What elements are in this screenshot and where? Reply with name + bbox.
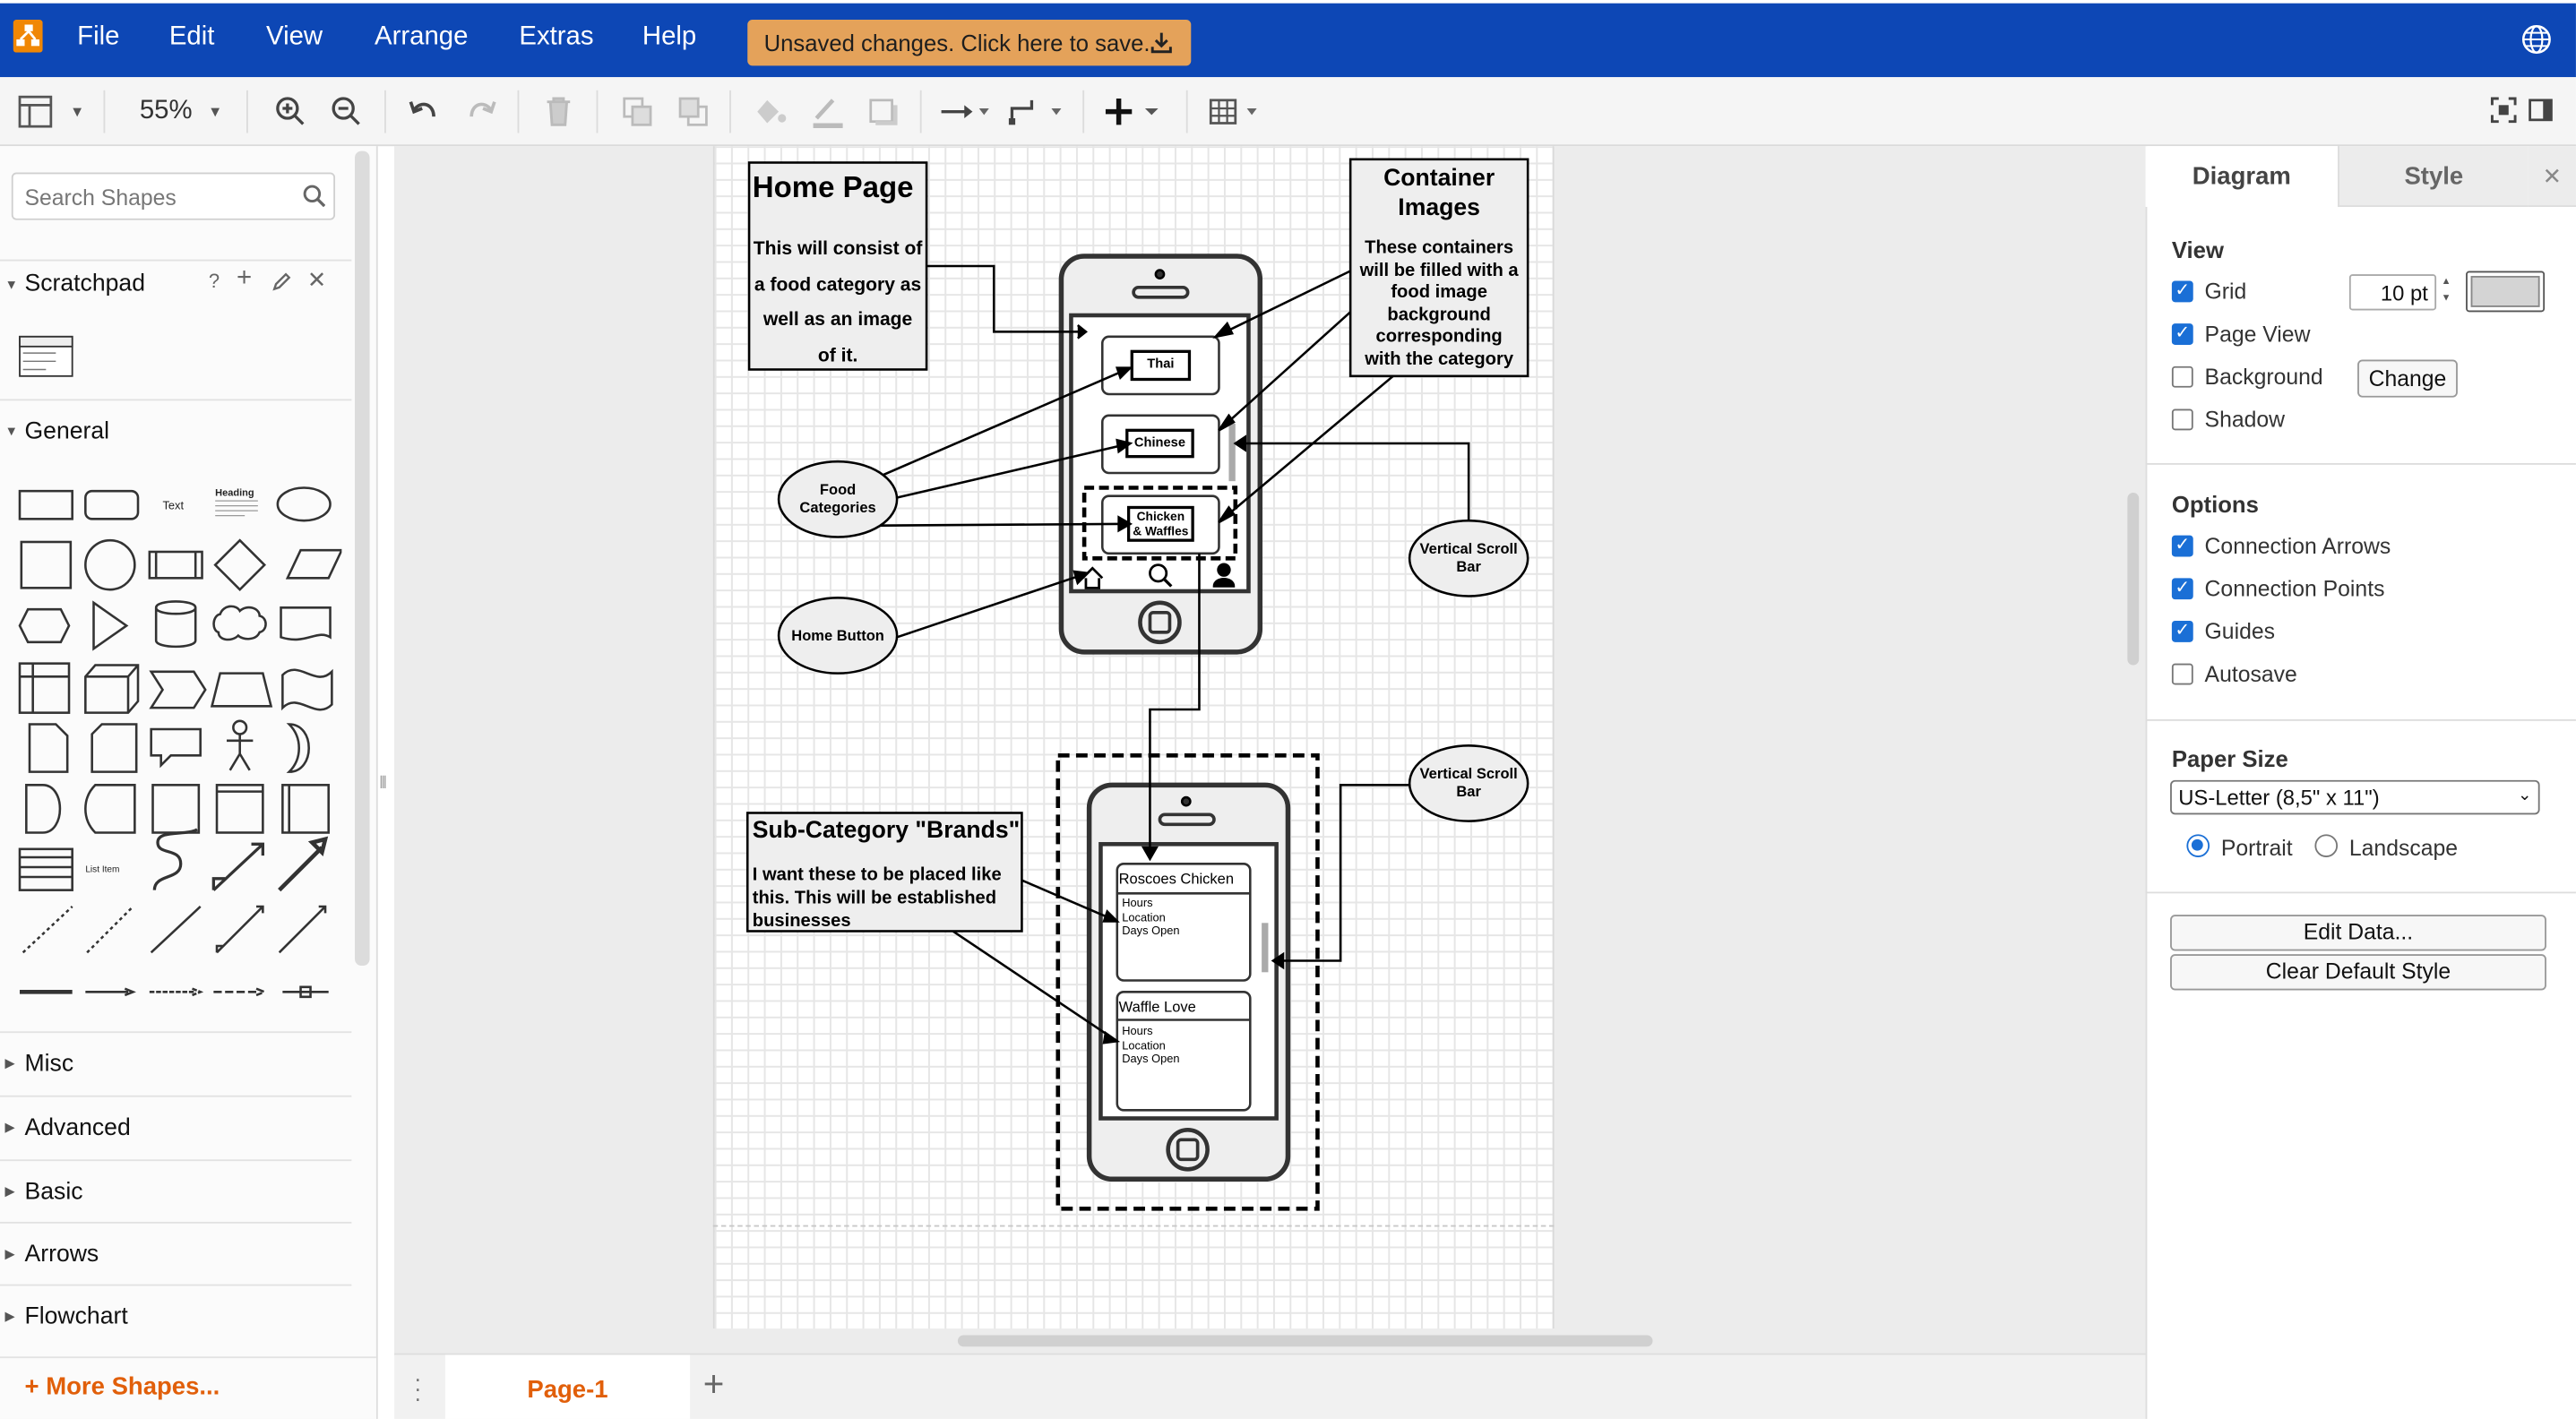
landscape-label: Landscape <box>2348 836 2459 861</box>
vscroll-line: Bar <box>1456 558 1481 575</box>
home-page-title[interactable]: Home Page <box>749 171 917 205</box>
connection-arrows-label: Connection Arrows <box>2204 533 2391 559</box>
sub-line: this. This will be established <box>752 888 997 908</box>
food-line: Food <box>819 481 857 498</box>
chicken-line: Chicken <box>1136 509 1185 524</box>
paper-size-value: US-Letter (8,5" x 11") <box>2178 785 2380 810</box>
vertical-scroll-bar-label-2[interactable]: Vertical Scroll Bar <box>1409 765 1528 801</box>
panel-divider <box>2145 462 2576 465</box>
sub-line: I want these to be placed like <box>752 865 1002 886</box>
panel-divider <box>2145 891 2576 894</box>
vertical-scroll-bar-label-1[interactable]: Vertical Scroll Bar <box>1409 540 1528 576</box>
select-chevron-icon: ⌄ <box>2518 787 2532 805</box>
container-images-title[interactable]: Container Images <box>1350 164 1528 223</box>
card-roscoes-title[interactable]: Roscoes Chicken <box>1119 871 1251 887</box>
container-line: corresponding <box>1375 327 1503 348</box>
vscroll-line: Vertical Scroll <box>1419 540 1518 557</box>
grid-color-swatch <box>2470 275 2540 307</box>
background-label: Background <box>2204 364 2323 390</box>
card-line: Days Open <box>1122 925 1180 938</box>
grid-label: Grid <box>2204 279 2247 305</box>
card-line: Location <box>1122 1040 1166 1053</box>
grid-color-button[interactable] <box>2466 271 2546 313</box>
container-title-line: Container <box>1383 166 1495 193</box>
page-view-checkbox[interactable]: ✓ <box>2171 323 2193 345</box>
autosave-label: Autosave <box>2204 661 2297 687</box>
connection-points-checkbox[interactable]: ✓ <box>2171 578 2193 600</box>
card-line: Hours <box>1122 898 1153 910</box>
paper-size-section-title: Paper Size <box>2171 745 2288 772</box>
close-panel-icon[interactable]: ✕ <box>2528 146 2576 207</box>
card-line: Hours <box>1122 1026 1153 1038</box>
container-line: will be filled with a <box>1359 260 1519 280</box>
card-waffle-love-title[interactable]: Waffle Love <box>1119 999 1251 1015</box>
options-section-title: Options <box>2171 491 2259 518</box>
home-page-description[interactable]: This will consist of a food category as … <box>749 233 926 374</box>
view-section-title: View <box>2171 236 2224 263</box>
autosave-checkbox[interactable] <box>2171 663 2193 685</box>
grid-size-stepper[interactable]: ▲ ▼ <box>2436 274 2456 310</box>
container-line: background <box>1387 305 1491 325</box>
portrait-radio[interactable] <box>2186 834 2210 857</box>
grid-checkbox[interactable]: ✓ <box>2171 280 2193 303</box>
home-line: a food category as <box>754 275 922 296</box>
sub-category-description[interactable]: I want these to be placed like this. Thi… <box>753 864 1022 933</box>
connection-arrows-checkbox[interactable]: ✓ <box>2171 535 2193 557</box>
container-line: food image <box>1391 282 1487 303</box>
card-line: Days Open <box>1122 1053 1180 1066</box>
card-roscoes-details[interactable]: Hours Location Days Open <box>1122 898 1236 941</box>
pages-menu-icon[interactable]: · · · <box>414 1366 422 1409</box>
food-line: Categories <box>799 499 876 516</box>
portrait-label: Portrait <box>2220 836 2293 861</box>
container-images-description[interactable]: These containers will be filled with a f… <box>1350 238 1528 373</box>
sub-line: businesses <box>752 911 851 932</box>
panel-divider <box>2145 718 2576 721</box>
vscroll-line: Vertical Scroll <box>1419 765 1518 782</box>
change-background-button[interactable]: Change <box>2357 359 2458 398</box>
background-checkbox[interactable] <box>2171 365 2193 388</box>
container-line: with the category <box>1365 349 1514 370</box>
page-tab-label: Page-1 <box>527 1376 608 1405</box>
grid-size-input[interactable]: 10 pt <box>2348 274 2437 311</box>
thai-label[interactable]: Thai <box>1132 357 1189 371</box>
connection-points-label: Connection Points <box>2204 576 2385 601</box>
chinese-label[interactable]: Chinese <box>1127 435 1193 450</box>
tab-style[interactable]: Style <box>2338 146 2529 207</box>
page-tab-page-1[interactable]: Page-1 <box>444 1354 691 1419</box>
sub-category-title[interactable]: Sub-Category "Brands" <box>753 818 1022 844</box>
home-line: well as an image <box>762 310 913 331</box>
home-line: of it. <box>817 345 858 365</box>
shadow-checkbox[interactable] <box>2171 408 2193 431</box>
radio-dot <box>2191 838 2203 851</box>
chicken-waffles-label[interactable]: Chicken & Waffles <box>1129 509 1193 538</box>
container-line: These containers <box>1365 237 1514 258</box>
chicken-line: & Waffles <box>1133 523 1189 539</box>
add-page-icon[interactable]: + <box>703 1363 725 1406</box>
paper-size-select[interactable]: US-Letter (8,5" x 11") ⌄ <box>2170 779 2540 815</box>
tab-diagram[interactable]: Diagram <box>2145 146 2339 207</box>
landscape-radio[interactable] <box>2314 834 2339 857</box>
guides-checkbox[interactable]: ✓ <box>2171 620 2193 642</box>
container-title-line: Images <box>1398 195 1480 222</box>
vscroll-line: Bar <box>1456 783 1481 800</box>
card-line: Location <box>1122 912 1166 924</box>
clear-default-style-button[interactable]: Clear Default Style <box>2170 954 2546 991</box>
card-waffle-love-details[interactable]: Hours Location Days Open <box>1122 1027 1236 1069</box>
food-categories-label[interactable]: Food Categories <box>779 481 897 517</box>
shadow-label: Shadow <box>2204 407 2286 433</box>
guides-label: Guides <box>2204 619 2275 644</box>
home-button-label[interactable]: Home Button <box>779 627 897 643</box>
edit-data-button[interactable]: Edit Data... <box>2170 915 2546 951</box>
page-view-label: Page View <box>2204 322 2311 347</box>
home-line: This will consist of <box>753 239 923 260</box>
